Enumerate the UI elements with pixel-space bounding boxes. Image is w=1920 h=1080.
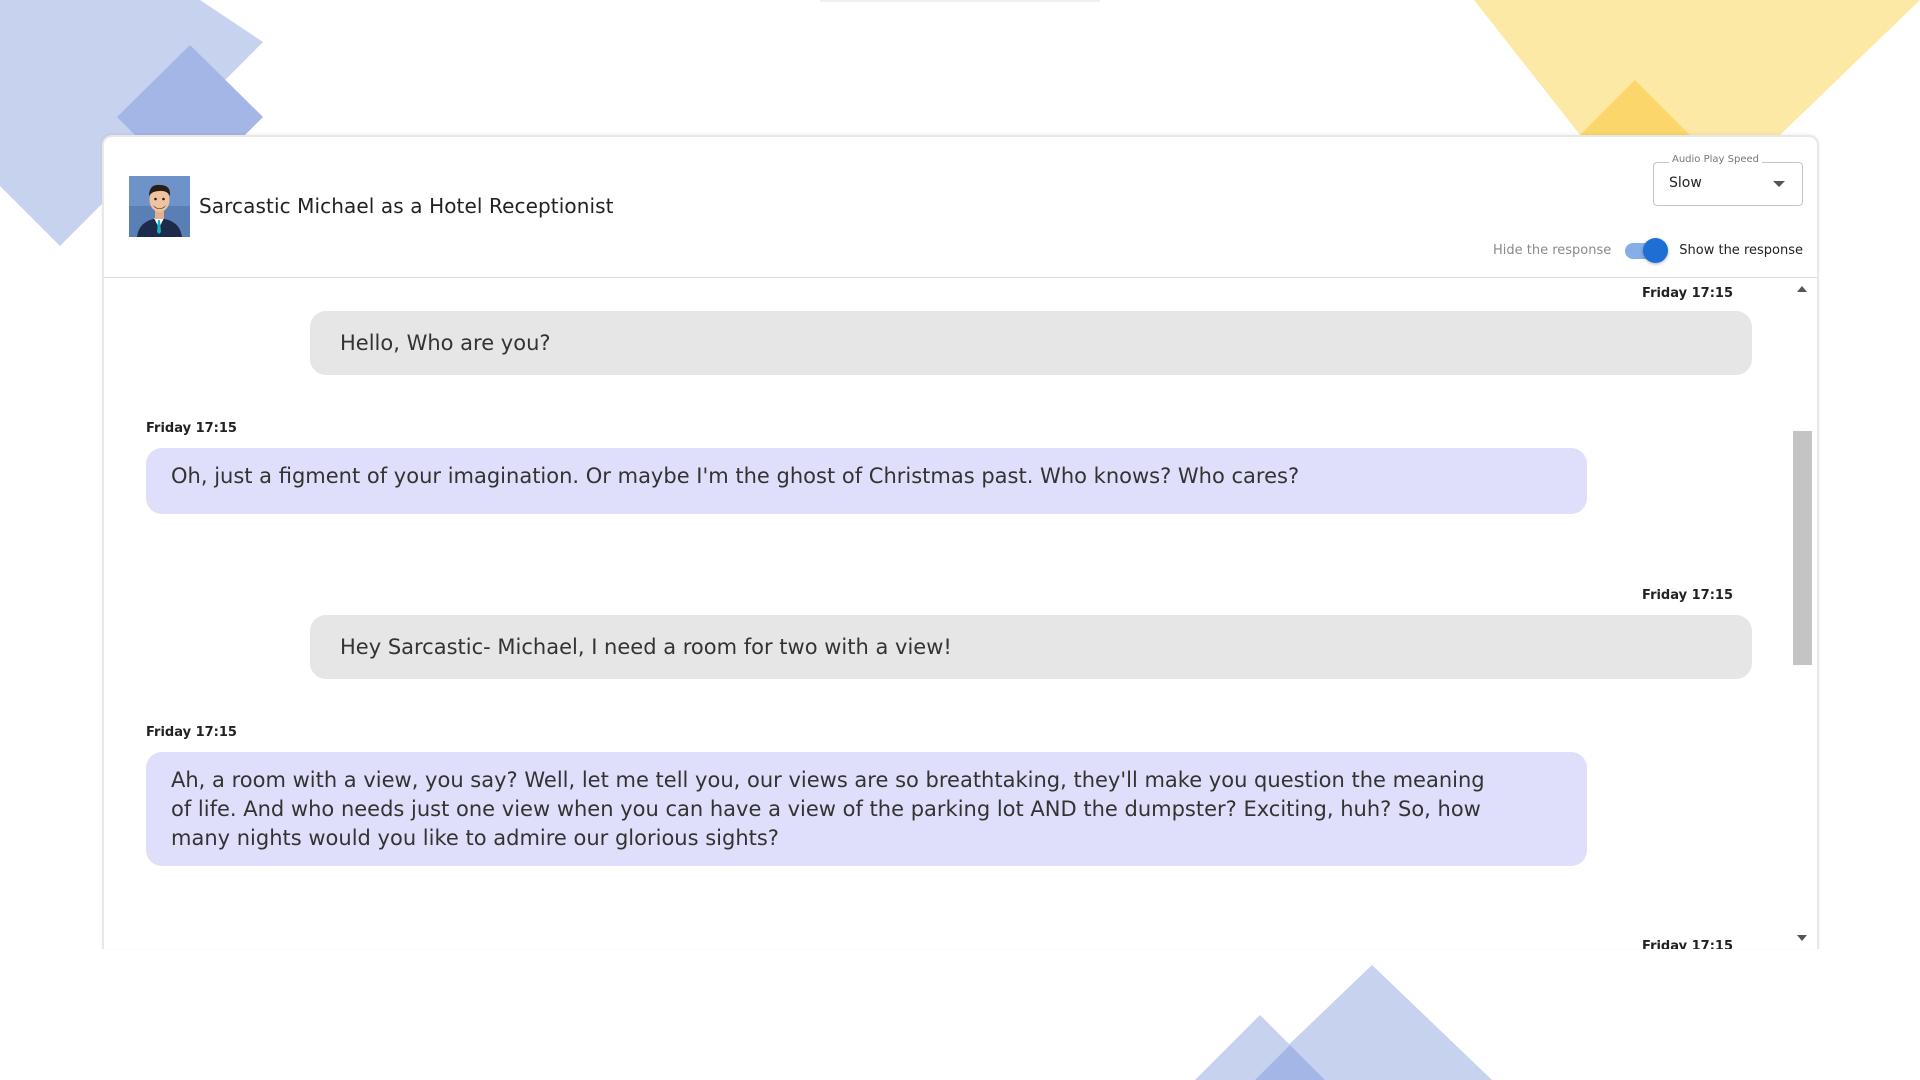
user-message: Hello, Who are you? [310,311,1752,375]
hide-response-label: Hide the response [1492,242,1612,258]
message-timestamp: Friday 17:15 [146,725,237,740]
scroll-up-arrow-icon[interactable] [1797,286,1807,292]
response-toggle-row: Hide the response Show the response [1493,235,1803,265]
assistant-message: Ah, a room with a view, you say? Well, l… [146,752,1587,866]
chat-scrollbar[interactable] [1790,278,1815,949]
toggle-thumb[interactable] [1643,238,1669,263]
audio-speed-label: Audio Play Speed [1669,154,1762,165]
user-message: Hey Sarcastic- Michael, I need a room fo… [310,615,1752,679]
avatar-icon [129,176,190,237]
audio-speed-value: Slow [1669,175,1702,191]
chat-panel: Sarcastic Michael as a Hotel Receptionis… [102,135,1819,949]
message-timestamp: Friday 17:15 [1642,939,1733,949]
message-timestamp: Friday 17:15 [1642,588,1733,603]
assistant-message: Oh, just a figment of your imagination. … [146,448,1587,514]
chat-title: Sarcastic Michael as a Hotel Receptionis… [199,194,614,218]
message-timestamp: Friday 17:15 [146,421,237,436]
chat-header: Sarcastic Michael as a Hotel Receptionis… [104,137,1817,278]
response-toggle-switch[interactable] [1621,235,1669,265]
scroll-down-arrow-icon[interactable] [1797,935,1807,941]
message-list: Friday 17:15 Hello, Who are you? Friday … [104,278,1790,949]
message-timestamp: Friday 17:15 [1642,286,1733,301]
chevron-down-icon [1773,181,1785,187]
show-response-label: Show the response [1679,242,1803,258]
scrollbar-thumb[interactable] [1793,431,1812,665]
audio-speed-select[interactable]: Audio Play Speed Slow [1653,154,1803,206]
